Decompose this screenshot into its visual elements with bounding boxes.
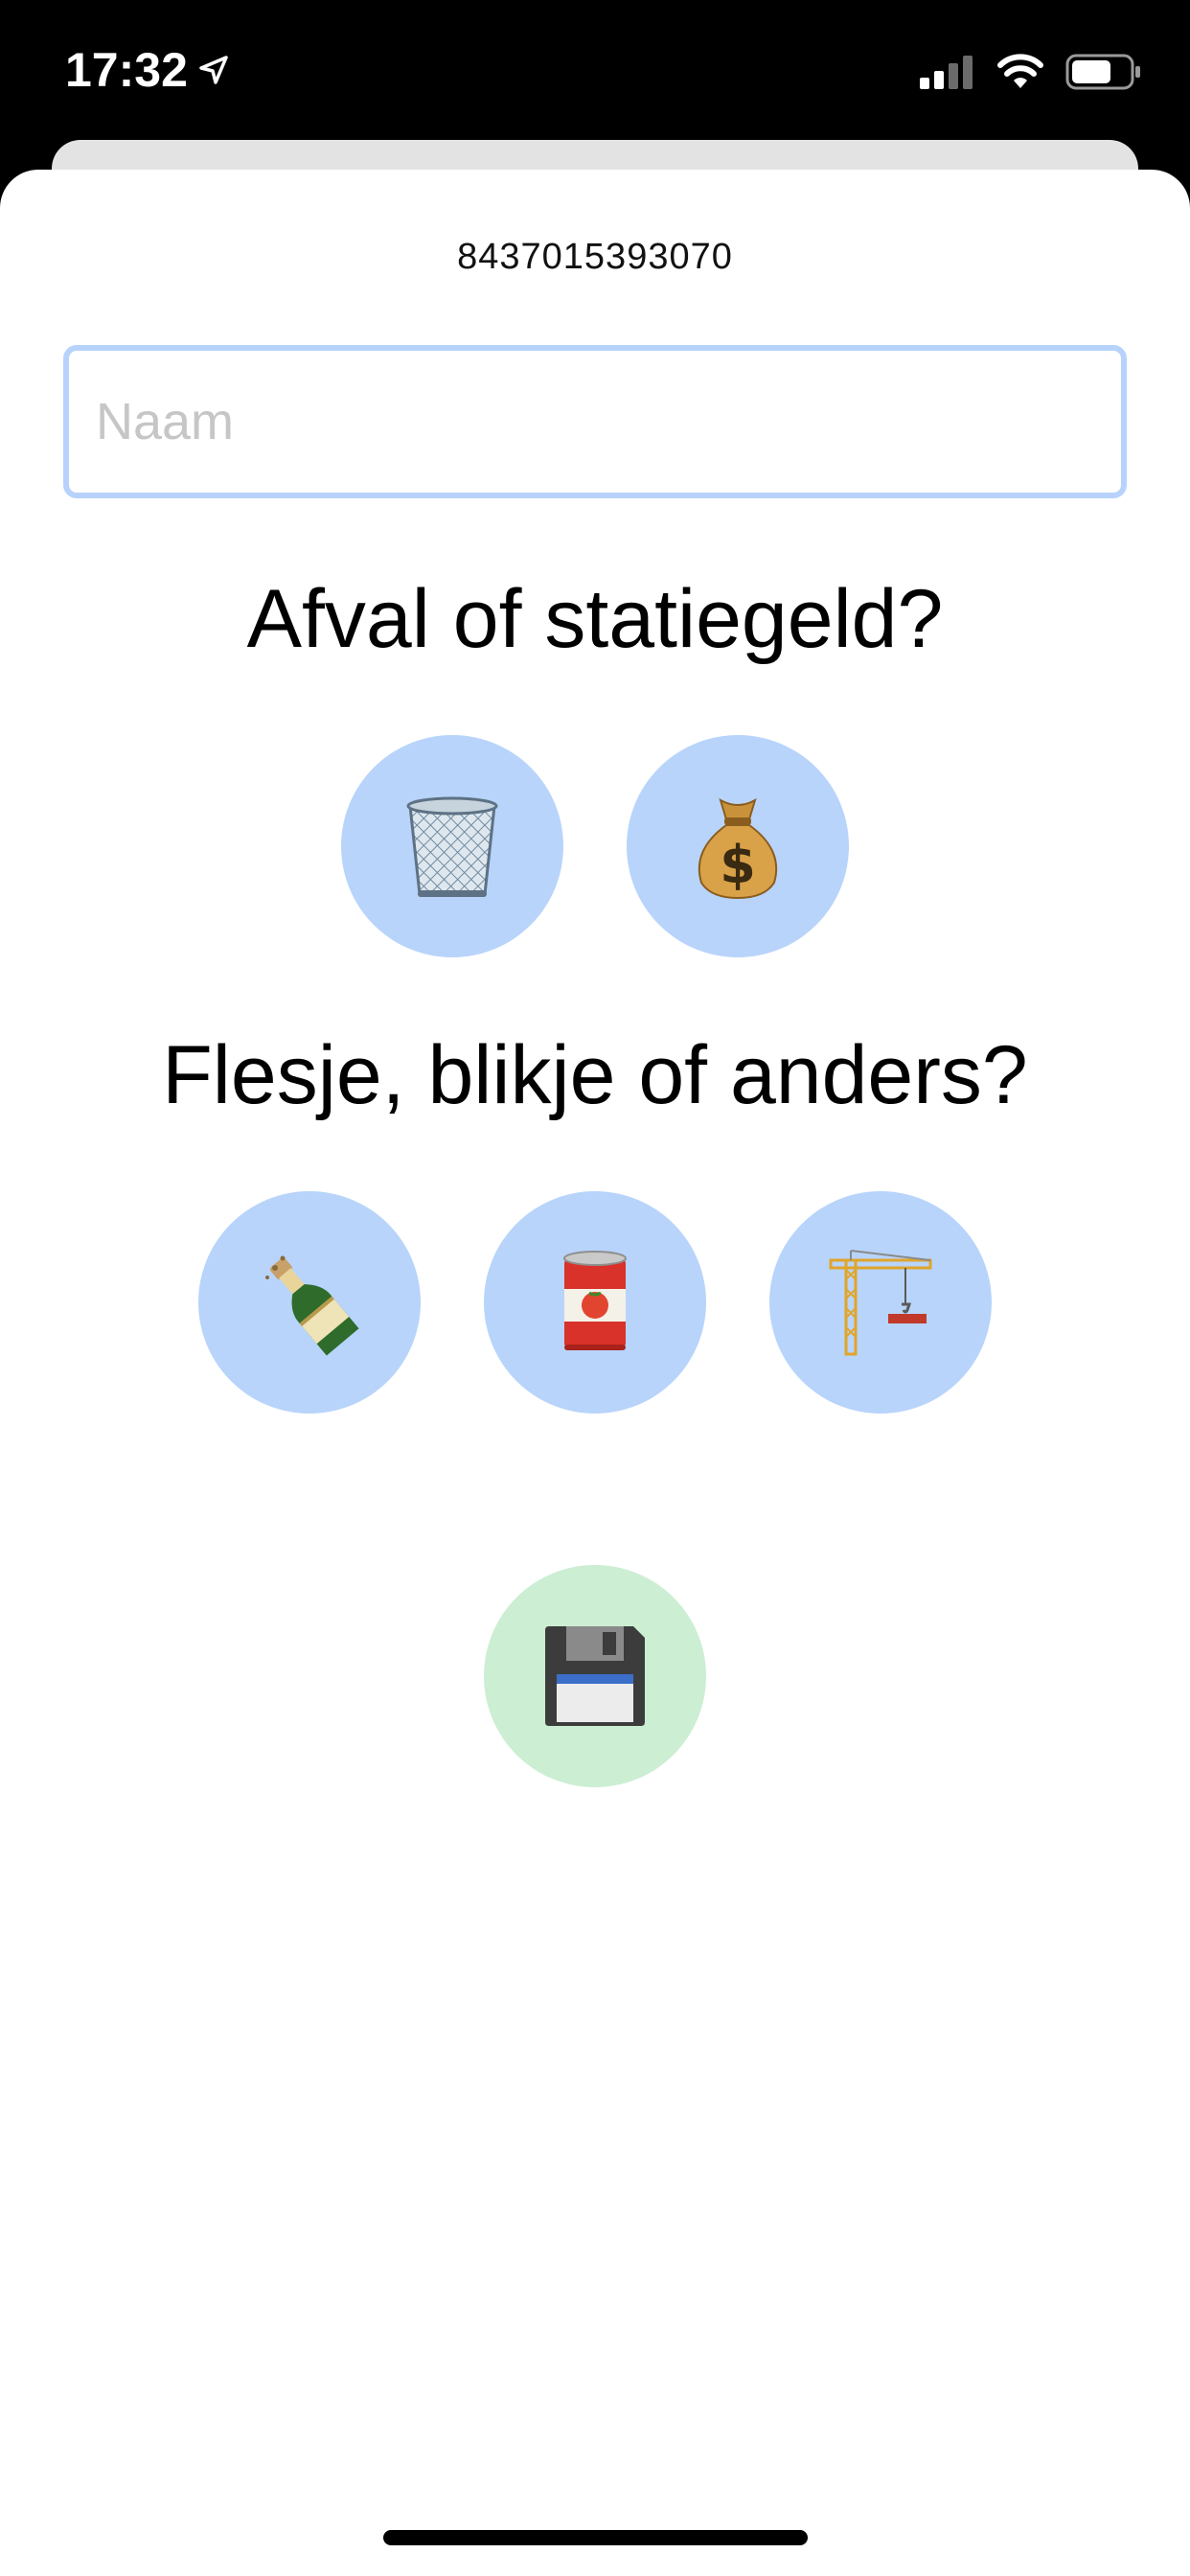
- question-type: Afval of statiegeld?: [246, 573, 944, 665]
- deposit-button[interactable]: $: [627, 735, 849, 957]
- battery-icon: [1065, 54, 1142, 90]
- canned-food-icon: [539, 1247, 651, 1358]
- trash-button[interactable]: [341, 735, 563, 957]
- status-time-group: 17:32: [65, 42, 230, 98]
- floppy-disk-icon: [539, 1621, 651, 1732]
- status-bar: 17:32: [0, 0, 1190, 144]
- svg-text:$: $: [720, 835, 756, 895]
- home-indicator: [383, 2530, 808, 2545]
- bottle-button[interactable]: [198, 1191, 421, 1414]
- modal-sheet: 8437015393070 Afval of statiegeld?: [0, 170, 1190, 2576]
- status-icons: [920, 54, 1142, 90]
- cellular-signal-icon: [920, 55, 975, 89]
- status-time: 17:32: [65, 43, 188, 97]
- save-button[interactable]: [484, 1565, 706, 1787]
- money-bag-icon: $: [682, 791, 793, 902]
- barcode-number: 8437015393070: [457, 237, 733, 277]
- question-container: Flesje, blikje of anders?: [162, 1029, 1028, 1121]
- construction-crane-icon: [825, 1247, 936, 1358]
- wifi-icon: [996, 54, 1044, 90]
- location-arrow-icon: [197, 54, 230, 86]
- other-button[interactable]: [769, 1191, 992, 1414]
- name-input[interactable]: [63, 345, 1127, 498]
- can-button[interactable]: [484, 1191, 706, 1414]
- bottle-icon: [254, 1247, 365, 1358]
- screen: 17:32 8437015393070 Naam Afval of statie…: [0, 0, 1190, 2576]
- wastebasket-icon: [397, 791, 508, 902]
